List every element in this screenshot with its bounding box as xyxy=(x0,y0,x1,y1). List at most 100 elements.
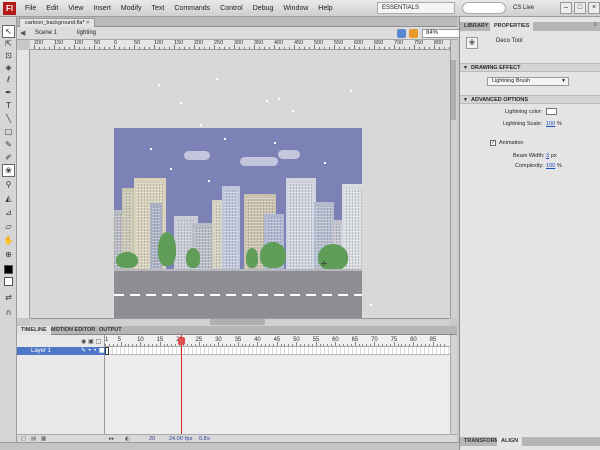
stage-horizontal-scroll-thumb[interactable] xyxy=(210,319,265,325)
lightning-color-swatch[interactable] xyxy=(546,108,557,115)
tab-motion-editor[interactable]: MOTION EDITOR xyxy=(47,326,99,335)
line-icon[interactable]: ╲ xyxy=(3,113,14,124)
text-icon[interactable]: T xyxy=(3,100,14,111)
stroke-color-swatch[interactable] xyxy=(4,265,13,274)
frame-tick xyxy=(366,344,368,346)
ruler-tick xyxy=(369,47,370,49)
drawing-effect-select[interactable]: Lightning Brush ▼ xyxy=(487,77,569,86)
frame-tick xyxy=(128,344,130,346)
menu-text[interactable]: Text xyxy=(147,0,170,17)
pen-icon[interactable]: ✒ xyxy=(3,87,14,98)
collapse-arrow-icon: ▼ xyxy=(463,97,468,103)
deco-icon[interactable]: ❀ xyxy=(2,164,15,177)
frame-tick xyxy=(159,342,161,346)
menu-help[interactable]: Help xyxy=(313,0,337,17)
bone-icon[interactable]: ⚲ xyxy=(3,179,14,190)
star xyxy=(208,180,210,182)
tab-timeline[interactable]: TIMELINE xyxy=(17,326,51,335)
paint-bucket-icon[interactable]: ◭ xyxy=(3,193,14,204)
eraser-icon[interactable]: ▱ xyxy=(3,221,14,232)
stage-canvas[interactable]: ✛ xyxy=(114,128,362,318)
edit-scene-icon[interactable] xyxy=(397,29,406,38)
tab-output[interactable]: OUTPUT xyxy=(95,326,126,335)
menu-view[interactable]: View xyxy=(63,0,88,17)
pasteboard[interactable]: ✛ xyxy=(30,50,450,318)
frame-tick xyxy=(105,344,106,346)
complexity-value[interactable]: 100 xyxy=(546,163,555,169)
ruler-tick xyxy=(254,45,255,49)
frame-tick xyxy=(218,342,220,346)
subselect-icon[interactable]: ⇱ xyxy=(3,38,14,49)
animation-checkbox[interactable]: ✓ xyxy=(490,140,496,146)
menu-debug[interactable]: Debug xyxy=(248,0,279,17)
frame-tick xyxy=(296,342,298,346)
layer-row[interactable]: Layer 1 ✎ • • ■ xyxy=(17,347,105,355)
snap-icon[interactable]: ∩ xyxy=(3,307,14,318)
menu-insert[interactable]: Insert xyxy=(88,0,116,17)
pencil-icon[interactable]: ✎ xyxy=(3,139,14,150)
menu-control[interactable]: Control xyxy=(215,0,248,17)
ruler-label: 700 xyxy=(394,40,404,46)
panel-menu-icon[interactable]: ≡ xyxy=(593,22,597,28)
edit-symbol-icon[interactable] xyxy=(409,29,418,38)
beam-width-value[interactable]: 3 xyxy=(546,153,549,159)
layer-name[interactable]: Layer 1 xyxy=(31,347,51,355)
hand-icon[interactable]: ✋ xyxy=(3,235,14,246)
ruler-label: 650 xyxy=(374,40,384,46)
menu-modify[interactable]: Modify xyxy=(116,0,147,17)
ruler-tick xyxy=(99,47,100,49)
brush-icon[interactable]: ✐ xyxy=(3,152,14,163)
zoom-icon[interactable]: ⊕ xyxy=(3,249,14,260)
document-tab[interactable]: cartoon_background.fla* × xyxy=(19,18,96,27)
close-button[interactable]: × xyxy=(588,2,600,14)
help-search-input[interactable] xyxy=(462,2,506,14)
ruler-tick xyxy=(304,47,305,49)
tab-align[interactable]: ALIGN xyxy=(497,437,523,446)
ruler-tick xyxy=(284,47,285,49)
section-drawing-effect[interactable]: ▼ DRAWING EFFECT xyxy=(460,63,600,72)
ruler-label: 550 xyxy=(334,40,344,46)
playhead[interactable] xyxy=(181,335,182,442)
keyframe[interactable] xyxy=(105,347,109,355)
menu-file[interactable]: File xyxy=(20,0,41,17)
menu-commands[interactable]: Commands xyxy=(169,0,215,17)
arrow-icon[interactable]: ↖ xyxy=(2,25,15,38)
back-arrow-icon[interactable]: ◀ xyxy=(20,29,25,37)
menu-edit[interactable]: Edit xyxy=(41,0,63,17)
lasso-icon[interactable]: ℓ xyxy=(3,74,14,85)
lightning-scale-value[interactable]: 100 xyxy=(546,121,555,127)
tab-library[interactable]: LIBRARY xyxy=(460,22,492,31)
minimize-button[interactable]: – xyxy=(560,2,572,14)
crosshair-cursor-icon: ✛ xyxy=(321,260,327,268)
timeline-vertical-scrollbar[interactable] xyxy=(450,335,457,434)
frame-tick xyxy=(167,344,169,346)
rectangle-icon[interactable]: □ xyxy=(3,126,14,137)
gradient-icon[interactable]: ◈ xyxy=(3,62,14,73)
frame-grid[interactable]: 1510152025303540455055606570758085 xyxy=(105,335,450,442)
breadcrumb-symbol[interactable]: lighting xyxy=(77,29,96,38)
ruler-tick xyxy=(214,45,215,49)
fill-color-swatch[interactable] xyxy=(4,277,13,286)
frame-tick xyxy=(342,344,344,346)
layer-visibility-lock-icons[interactable]: ◉ ▣ □ xyxy=(81,338,101,345)
ruler-tick xyxy=(339,47,340,49)
ruler-tick xyxy=(194,45,195,49)
maximize-button[interactable]: □ xyxy=(574,2,586,14)
ruler-tick xyxy=(74,45,75,49)
breadcrumb-scene[interactable]: Scene 1 xyxy=(35,29,57,38)
eyedropper-icon[interactable]: ⊿ xyxy=(3,207,14,218)
stage-vertical-scroll-thumb[interactable] xyxy=(451,60,456,120)
menu-window[interactable]: Window xyxy=(278,0,313,17)
free-transform-icon[interactable]: ⊡ xyxy=(3,50,14,61)
close-tab-icon[interactable]: × xyxy=(86,20,89,26)
frame-row[interactable] xyxy=(105,347,450,355)
frame-tick xyxy=(444,344,446,346)
tab-properties[interactable]: PROPERTIES xyxy=(490,22,534,31)
workspace-switcher[interactable]: ESSENTIALS xyxy=(377,2,455,14)
section-advanced-options[interactable]: ▼ ADVANCED OPTIONS xyxy=(460,95,600,104)
frame-tick xyxy=(385,344,387,346)
frame-ruler[interactable]: 1510152025303540455055606570758085 xyxy=(105,335,450,347)
cs-live-button[interactable]: CS Live xyxy=(513,2,534,14)
playhead-handle[interactable] xyxy=(178,337,185,345)
swap-colors-icon[interactable]: ⇄ xyxy=(3,292,14,303)
